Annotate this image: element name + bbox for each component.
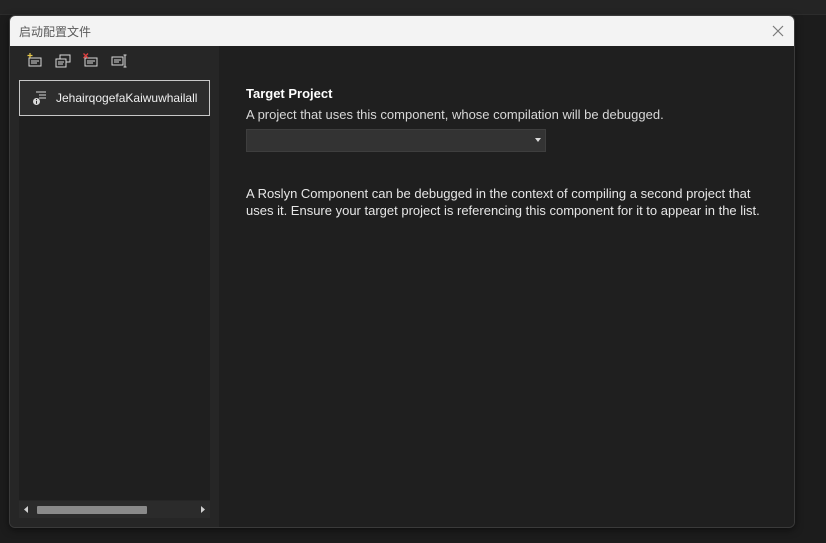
scrollbar-thumb[interactable] [37,506,147,514]
profile-settings-icon [33,91,46,105]
dialog-title: 启动配置文件 [19,25,92,39]
caret-right-icon [201,506,205,513]
profile-settings-panel: Target Project A project that uses this … [219,46,794,527]
copy-profile-button[interactable] [54,52,72,70]
background-window-edge [0,0,826,15]
close-icon [772,25,784,37]
launch-profiles-dialog: 启动配置文件 JehairqogefaKaiwuwhailall Target … [9,15,795,528]
horizontal-scrollbar[interactable] [19,501,210,518]
target-project-dropdown[interactable] [246,129,546,152]
chevron-down-icon [535,138,541,142]
help-text: A Roslyn Component can be debugged in th… [246,186,760,218]
profiles-toolbar [10,46,219,78]
scroll-right-button[interactable] [196,501,210,518]
target-project-title: Target Project [246,86,333,101]
profile-label: JehairqogefaKaiwuwhailall [56,91,198,105]
rename-profile-button[interactable] [110,52,128,70]
delete-profile-icon [83,53,98,67]
caret-left-icon [24,506,28,513]
profiles-list: JehairqogefaKaiwuwhailall [19,80,210,500]
dialog-titlebar: 启动配置文件 [10,16,794,46]
copy-profile-icon [55,54,71,68]
rename-profile-icon [111,54,127,68]
scroll-left-button[interactable] [19,501,33,518]
profiles-sidebar: JehairqogefaKaiwuwhailall [10,46,219,527]
target-project-description: A project that uses this component, whos… [246,107,664,122]
new-profile-button[interactable] [26,52,44,70]
list-item[interactable]: JehairqogefaKaiwuwhailall [19,80,210,116]
close-button[interactable] [768,21,788,41]
new-profile-icon [27,53,42,67]
delete-profile-button[interactable] [82,52,100,70]
